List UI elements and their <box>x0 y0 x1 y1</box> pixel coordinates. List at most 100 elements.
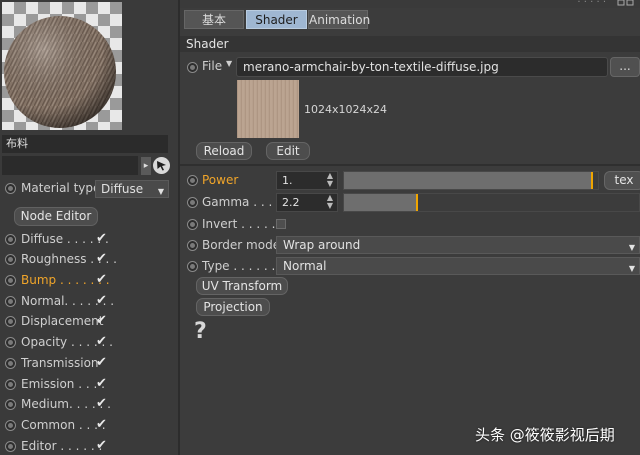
channel-radio[interactable] <box>5 316 16 327</box>
gamma-label: Gamma . . . . <box>202 195 280 209</box>
tab-basic[interactable]: 基本 <box>184 10 244 29</box>
channel-radio[interactable] <box>5 337 16 348</box>
projection-button[interactable]: Projection <box>196 298 270 316</box>
channel-radio[interactable] <box>5 296 16 307</box>
cursor-icon <box>157 161 166 171</box>
texture-thumbnail <box>237 80 299 138</box>
power-slider[interactable] <box>343 171 599 190</box>
channel-diffuse[interactable]: Diffuse . . . . . . ✔ <box>0 230 178 250</box>
checkmark-icon[interactable]: ✔ <box>96 293 108 308</box>
search-field[interactable] <box>2 156 138 175</box>
chevron-down-icon: ▼ <box>628 264 635 273</box>
edit-button[interactable]: Edit <box>266 142 310 160</box>
checkmark-icon[interactable]: ✔ <box>96 251 108 266</box>
channel-opacity[interactable]: Opacity . . . . . . ✔ <box>0 333 178 353</box>
top-strip: · · · · · <box>180 0 640 8</box>
border-mode-radio[interactable] <box>187 240 198 251</box>
invert-label: Invert . . . . . . <box>202 217 284 231</box>
channel-radio[interactable] <box>5 379 16 390</box>
uv-transform-button[interactable]: UV Transform <box>196 277 288 295</box>
channel-radio[interactable] <box>5 275 16 286</box>
border-mode-value: Wrap around <box>283 238 361 252</box>
preview-margin <box>124 0 178 128</box>
channel-transmission[interactable]: Transmission ✔ <box>0 354 178 374</box>
checkmark-icon[interactable]: ✔ <box>96 272 108 287</box>
spinner-icon[interactable]: ▲ ▼ <box>327 172 333 188</box>
type-value: Normal <box>283 259 327 273</box>
help-icon[interactable]: ? <box>194 320 210 344</box>
channel-radio[interactable] <box>5 254 16 265</box>
gamma-value: 2.2 <box>282 196 300 209</box>
border-mode-select[interactable]: Wrap around ▼ <box>276 236 640 254</box>
chevron-down-icon[interactable]: ▼ <box>226 59 232 68</box>
reload-button[interactable]: Reload <box>196 142 252 160</box>
material-type-label: Material type <box>21 181 101 195</box>
channel-common[interactable]: Common . . . . ✔ <box>0 416 178 436</box>
channel-label: Transmission <box>21 356 99 370</box>
power-radio[interactable] <box>187 175 198 186</box>
channel-label: Editor . . . . . . <box>21 439 103 453</box>
spinner-icon[interactable]: ▲ ▼ <box>327 194 333 210</box>
gamma-slider-thumb[interactable] <box>416 194 418 211</box>
material-name-field[interactable]: 布料 <box>2 135 168 153</box>
channel-label: Common . . . . <box>21 418 106 432</box>
invert-checkbox[interactable] <box>276 219 286 229</box>
file-path-field[interactable]: merano-armchair-by-ton-textile-diffuse.j… <box>236 57 608 77</box>
power-slider-fill <box>344 172 593 189</box>
material-preview <box>2 2 122 130</box>
gamma-input[interactable]: 2.2 ▲ ▼ <box>276 193 338 212</box>
pick-cursor-button[interactable] <box>153 157 170 174</box>
file-label: File <box>202 59 223 73</box>
tab-animation[interactable]: Animation <box>308 10 370 29</box>
section-divider <box>180 164 640 166</box>
shader-panel: · · · · · 基本 Shader Animation Shader Fil… <box>180 0 640 455</box>
checkmark-icon[interactable]: ✔ <box>96 396 108 411</box>
channel-emission[interactable]: Emission . . . . ✔ <box>0 375 178 395</box>
channel-radio[interactable] <box>5 234 16 245</box>
checkmark-icon[interactable]: ✔ <box>96 417 108 432</box>
gamma-slider[interactable] <box>343 193 640 212</box>
window-controls-icon[interactable] <box>616 0 636 7</box>
checkmark-icon[interactable]: ✔ <box>96 334 108 349</box>
power-input[interactable]: 1. ▲ ▼ <box>276 171 338 190</box>
checkmark-icon[interactable]: ✔ <box>96 231 108 246</box>
tex-button[interactable]: tex <box>604 171 640 190</box>
section-header: Shader <box>180 36 640 52</box>
border-mode-label: Border mode <box>202 238 281 252</box>
browse-button[interactable]: ... <box>610 57 640 77</box>
file-radio[interactable] <box>187 62 198 73</box>
material-type-select[interactable]: Diffuse ▼ <box>95 180 169 198</box>
watermark: 头条 @筱筱影视后期 <box>475 426 615 444</box>
type-label: Type . . . . . . . <box>202 259 283 273</box>
expand-arrow-button[interactable]: ▸ <box>141 157 151 175</box>
channel-displacement[interactable]: Displacement ✔ <box>0 312 178 332</box>
chevron-down-icon: ▼ <box>157 187 164 196</box>
channel-medium[interactable]: Medium. . . . . . ✔ <box>0 395 178 415</box>
checkmark-icon[interactable]: ✔ <box>96 438 108 453</box>
power-slider-thumb[interactable] <box>591 172 593 189</box>
channel-radio[interactable] <box>5 420 16 431</box>
type-radio[interactable] <box>187 261 198 272</box>
material-type-radio[interactable] <box>5 183 16 194</box>
channel-radio[interactable] <box>5 358 16 369</box>
channel-radio[interactable] <box>5 441 16 452</box>
channel-radio[interactable] <box>5 399 16 410</box>
node-editor-button[interactable]: Node Editor <box>14 207 98 226</box>
power-label: Power <box>202 173 239 187</box>
gamma-radio[interactable] <box>187 197 198 208</box>
channel-bump[interactable]: Bump . . . . . . . ✔ <box>0 271 178 291</box>
material-type-value: Diffuse <box>101 182 144 196</box>
invert-radio[interactable] <box>187 219 198 230</box>
checkmark-icon[interactable]: ✔ <box>96 355 108 370</box>
grip-icon: · · · · · <box>577 0 606 8</box>
channel-label: Emission . . . . <box>21 377 105 391</box>
channel-roughness[interactable]: Roughness . . . . ✔ <box>0 250 178 270</box>
tab-shader[interactable]: Shader <box>246 10 307 29</box>
power-value: 1. <box>282 174 293 187</box>
checkmark-icon[interactable]: ✔ <box>96 313 108 328</box>
type-select[interactable]: Normal ▼ <box>276 257 640 275</box>
channel-normal[interactable]: Normal. . . . . . . ✔ <box>0 292 178 312</box>
gamma-slider-fill <box>344 194 418 211</box>
checkmark-icon[interactable]: ✔ <box>96 376 108 391</box>
channel-editor[interactable]: Editor . . . . . . ✔ <box>0 437 178 455</box>
